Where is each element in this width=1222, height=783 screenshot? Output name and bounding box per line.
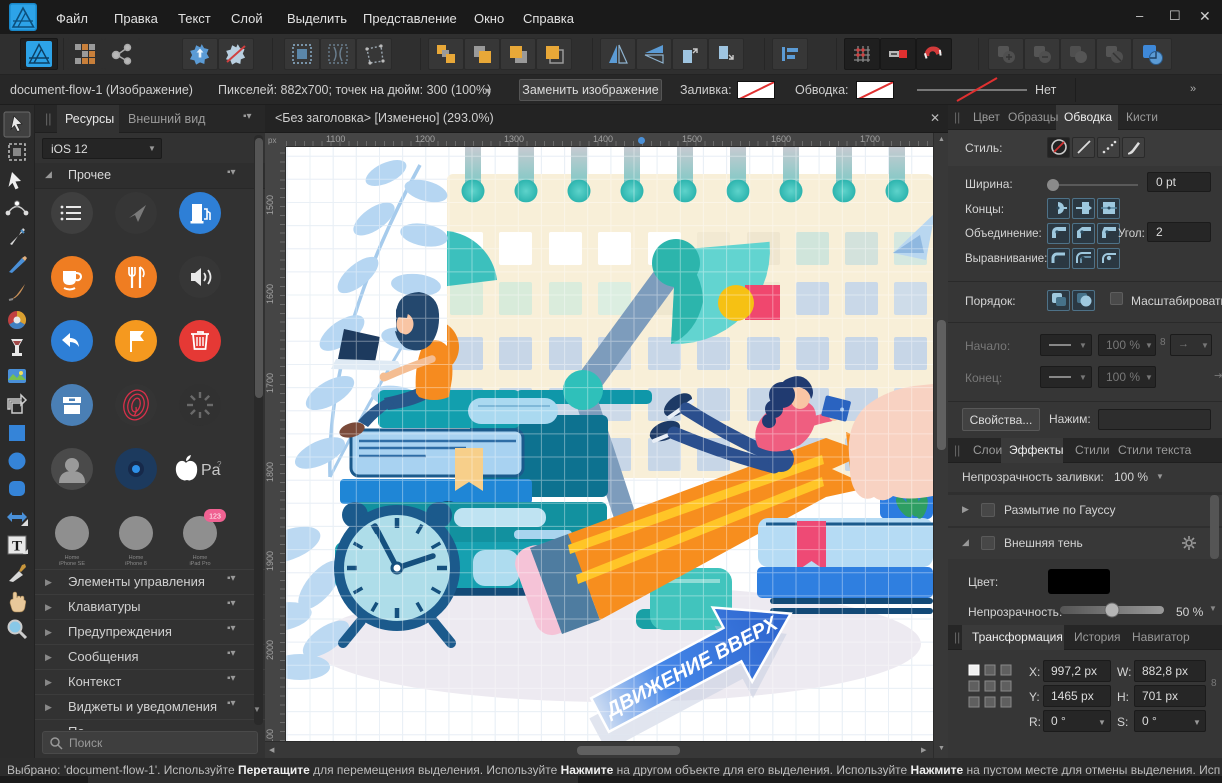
svg-text:123: 123 — [209, 514, 221, 521]
svg-text:?: ? — [217, 460, 222, 469]
svg-text:iPad Pro: iPad Pro — [189, 561, 210, 567]
svg-text:iPhone 8: iPhone 8 — [125, 561, 147, 567]
svg-text:T: T — [12, 539, 22, 555]
svg-text:iPhone SE: iPhone SE — [59, 561, 85, 567]
